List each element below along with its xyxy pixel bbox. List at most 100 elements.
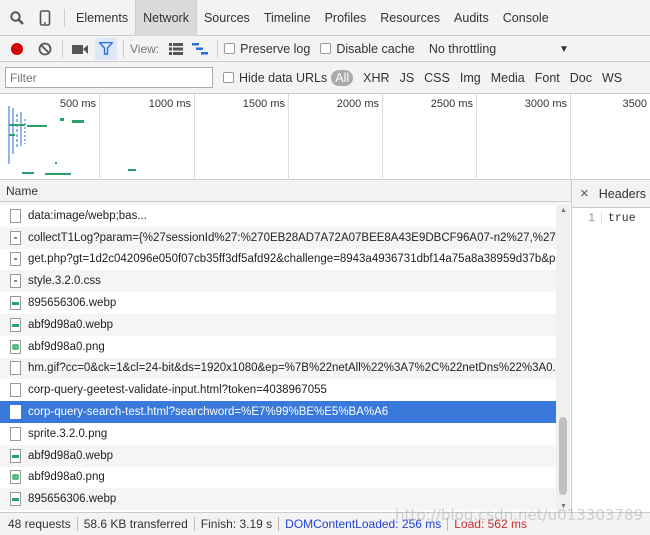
request-name: style.3.2.0.css (28, 275, 101, 288)
view-label: View: (130, 41, 160, 56)
tab-audits[interactable]: Audits (447, 0, 496, 36)
filter-type-ws[interactable]: WS (602, 71, 622, 85)
document-file-icon (10, 230, 21, 245)
tab-timeline[interactable]: Timeline (257, 0, 318, 36)
disable-cache-checkbox[interactable]: Disable cache (320, 42, 415, 56)
tab-elements[interactable]: Elements (69, 0, 135, 36)
timeline-tick-label: 2500 ms (430, 98, 473, 110)
preserve-log-checkbox[interactable]: Preserve log (224, 42, 310, 56)
capture-screenshots-icon[interactable] (69, 38, 91, 60)
timeline-tick-label: 2000 ms (336, 98, 379, 110)
request-name: abf9d98a0.webp (28, 318, 114, 331)
tab-sources[interactable]: Sources (197, 0, 257, 36)
image-file-icon (10, 339, 21, 354)
timeline-tick (99, 94, 100, 180)
waterfall-overview-icon[interactable] (189, 38, 211, 60)
filter-type-xhr[interactable]: XHR (363, 71, 389, 85)
request-name: corp-query-geetest-validate-input.html?t… (28, 384, 327, 397)
request-row[interactable]: abf9d98a0.webp (0, 313, 556, 336)
request-row[interactable]: get.php?gt=1d2c042096e050f07cb35ff3df5af… (0, 248, 556, 271)
image-file-icon (10, 492, 21, 507)
scroll-down-icon[interactable]: ▼ (560, 503, 567, 510)
timeline-tick (476, 94, 477, 180)
request-row[interactable]: abf9d98a0.png (0, 466, 556, 489)
request-row[interactable]: corp-query-geetest-validate-input.html?t… (0, 379, 556, 402)
devtools-tabbar: Elements Network Sources Timeline Profiles Re… (0, 0, 650, 36)
grid-header: Name (0, 180, 571, 202)
divider (447, 517, 449, 531)
grid-scrollbar[interactable]: ▲ ▼ (556, 205, 570, 512)
filter-type-css[interactable]: CSS (424, 71, 450, 85)
filter-type-img[interactable]: Img (460, 71, 481, 85)
image-file-icon (10, 317, 21, 332)
finish-time: Finish: 3.19 s (200, 517, 273, 531)
request-name: 895656306.webp (28, 493, 117, 506)
scroll-up-icon[interactable]: ▲ (560, 207, 567, 214)
timeline-tick-label: 500 ms (59, 98, 96, 110)
document-file-icon (10, 426, 21, 441)
request-count: 48 requests (8, 517, 71, 531)
request-row[interactable]: data:image/webp;bas... (0, 205, 556, 227)
hide-data-urls-label: Hide data URLs (239, 70, 328, 85)
tab-profiles[interactable]: Profiles (318, 0, 374, 36)
image-file-icon (10, 296, 21, 311)
preserve-log-label: Preserve log (240, 41, 311, 56)
filter-type-js[interactable]: JS (400, 71, 415, 85)
timeline-overview[interactable]: 500 ms 1000 ms 1500 ms 2000 ms 2500 ms 3000 m… (0, 94, 650, 180)
line-number: 1 (572, 212, 602, 225)
request-name: collectT1Log?param={%27sessionId%27:%270… (28, 231, 556, 244)
timeline-tick-label: 1500 ms (242, 98, 285, 110)
request-row[interactable]: 895656306.webp (0, 292, 556, 314)
document-file-icon (10, 361, 21, 376)
close-icon[interactable]: × (580, 185, 589, 202)
inspect-element-icon[interactable] (6, 7, 28, 29)
device-mode-icon[interactable] (34, 7, 56, 29)
filter-type-doc[interactable]: Doc (570, 71, 592, 85)
timeline-tick (194, 94, 195, 180)
document-file-icon (10, 208, 21, 223)
timeline-tick (288, 94, 289, 180)
tab-headers[interactable]: Headers (599, 187, 646, 201)
tab-resources[interactable]: Resources (373, 0, 447, 36)
document-file-icon (10, 405, 21, 420)
request-name: abf9d98a0.webp (28, 449, 114, 462)
filter-input[interactable] (5, 67, 213, 88)
clear-icon[interactable] (34, 38, 56, 60)
request-row[interactable]: 895656306.webp (0, 488, 556, 511)
filter-type-all[interactable]: All (331, 69, 354, 86)
timeline-tick-label: 3000 ms (524, 98, 567, 110)
request-row[interactable]: corp-query-search-test.html?searchword=%… (0, 401, 556, 423)
image-file-icon (10, 470, 21, 485)
filter-type-font[interactable]: Font (535, 71, 560, 85)
request-name: get.php?gt=1d2c042096e050f07cb35ff3df5af… (28, 253, 556, 266)
request-row[interactable]: style.3.2.0.css (0, 270, 556, 293)
tab-network[interactable]: Network (135, 0, 197, 36)
request-row[interactable]: abf9d98a0.webp (0, 444, 556, 467)
divider (217, 39, 219, 58)
response-body: 1 true (572, 208, 650, 225)
scroll-thumb[interactable] (559, 417, 567, 495)
timeline-tick-label: 1000 ms (148, 98, 191, 110)
request-row[interactable]: collectT1Log?param={%27sessionId%27:%270… (0, 226, 556, 249)
large-rows-icon[interactable] (165, 38, 187, 60)
record-button[interactable] (6, 38, 28, 60)
divider (193, 517, 195, 531)
hide-data-urls-checkbox[interactable]: Hide data URLs (223, 71, 327, 85)
timeline-tick (382, 94, 383, 180)
tab-console[interactable]: Console (496, 0, 556, 36)
request-name: corp-query-search-test.html?searchword=%… (28, 406, 389, 419)
request-row[interactable]: abf9d98a0.png (0, 335, 556, 358)
divider (64, 8, 65, 27)
column-name-header[interactable]: Name (6, 184, 38, 198)
filter-icon[interactable] (95, 37, 117, 60)
divider (76, 517, 78, 531)
request-name: sprite.3.2.0.png (28, 427, 108, 440)
document-file-icon (10, 252, 21, 267)
request-grid: Name data:image/webp;bas... collectT1Log?… (0, 180, 572, 512)
status-bar: 48 requests 58.6 KB transferred Finish: … (0, 512, 650, 535)
panel-tabs: Elements Network Sources Timeline Profiles Re… (69, 0, 556, 36)
filter-type-media[interactable]: Media (491, 71, 525, 85)
request-row[interactable]: hm.gif?cc=0&ck=1&cl=24-bit&ds=1920x1080&… (0, 357, 556, 380)
request-row[interactable]: sprite.3.2.0.png (0, 422, 556, 445)
throttling-select[interactable]: No throttling ▼ (429, 42, 569, 56)
